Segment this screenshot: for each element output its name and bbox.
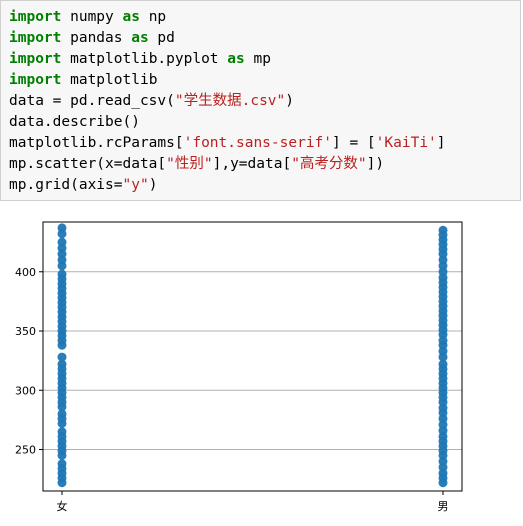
code-token: np (139, 9, 167, 25)
code-token: matplotlib.rcParams[ (9, 135, 184, 151)
scatter-point (57, 261, 67, 271)
code-token: data = pd.read_csv( (9, 93, 175, 109)
code-keyword: as (122, 9, 140, 25)
scatter-point (438, 478, 448, 488)
code-string: "学生数据.csv" (174, 93, 286, 109)
code-cell[interactable]: import numpy as np import pandas as pd imp… (0, 0, 521, 201)
code-token: matplotlib (61, 72, 158, 88)
code-token: matplotlib.pyplot (61, 51, 228, 67)
x-tick-label: 男 (438, 500, 449, 513)
scatter-points (57, 223, 448, 488)
code-line: import matplotlib.pyplot as mp (9, 49, 446, 70)
code-editor[interactable]: import numpy as np import pandas as pd imp… (9, 7, 446, 196)
code-token: pd (148, 30, 175, 46)
code-keyword: as (227, 51, 245, 67)
code-token: ] = [ (332, 135, 376, 151)
output-area: 250 300 350 400 女男 (0, 206, 523, 522)
scatter-point (57, 418, 67, 428)
code-keyword: import (9, 9, 62, 25)
code-token: ],y=data[ (212, 156, 292, 172)
code-string: 'font.sans-serif' (183, 135, 333, 151)
code-line: import pandas as pd (9, 28, 446, 49)
x-tick-label: 女 (57, 499, 68, 513)
code-keyword: import (9, 30, 62, 46)
code-line: data = pd.read_csv("学生数据.csv") (9, 91, 446, 112)
y-tick-label: 350 (15, 325, 36, 338)
code-token: ) (148, 177, 158, 193)
code-string: "性别" (166, 156, 213, 172)
scatter-chart: 250300350400 女男 (15, 221, 463, 513)
scatter-point (57, 478, 67, 488)
x-axis: 女男 (57, 491, 449, 513)
code-line: import matplotlib (9, 70, 446, 91)
code-string: "y" (122, 177, 149, 193)
code-line: matplotlib.rcParams['font.sans-serif'] =… (9, 133, 446, 154)
code-token: ]) (366, 156, 385, 172)
y-axis: 250 300 350 400 (15, 266, 43, 457)
code-token: mp.scatter(x=data[ (9, 156, 167, 172)
scatter-point (57, 340, 67, 350)
code-keyword: as (131, 30, 149, 46)
scatter-point (57, 450, 67, 460)
grid-lines (43, 271, 462, 451)
code-token: ) (285, 93, 294, 109)
code-token: numpy (61, 9, 123, 25)
code-token: data.describe() (9, 114, 140, 130)
code-token: pandas (61, 30, 132, 46)
y-tick-label: 300 (15, 384, 36, 397)
code-string: 'KaiTi' (375, 135, 437, 151)
code-string: "高考分数" (291, 156, 367, 172)
code-keyword: import (9, 72, 62, 88)
y-tick-label: 400 (15, 266, 36, 279)
scatter-point (57, 229, 67, 239)
code-line: import numpy as np (9, 7, 446, 28)
code-line: mp.scatter(x=data["性别"],y=data["高考分数"]) (9, 154, 446, 175)
code-line: mp.grid(axis="y") (9, 175, 446, 196)
code-token: mp.grid(axis= (9, 177, 123, 193)
y-tick-label: 250 (15, 444, 36, 457)
plot-frame (42, 221, 463, 492)
code-token: ] (436, 135, 446, 151)
code-keyword: import (9, 51, 62, 67)
code-token: mp (244, 51, 271, 67)
code-line: data.describe() (9, 112, 446, 133)
